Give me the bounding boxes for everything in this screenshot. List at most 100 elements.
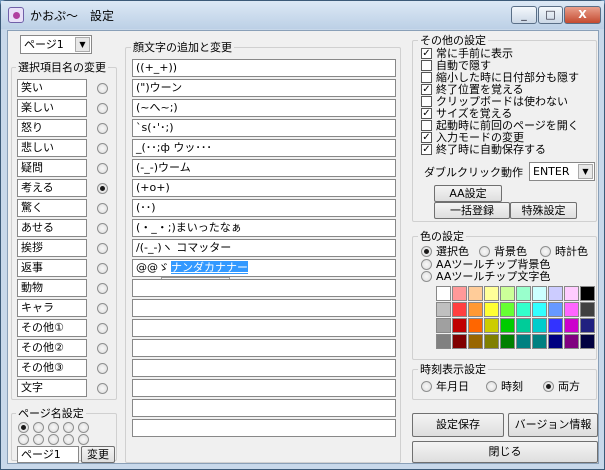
- color-target-radio[interactable]: [421, 271, 432, 282]
- item-radio[interactable]: [97, 323, 108, 334]
- item-name-field[interactable]: 笑い: [17, 79, 87, 97]
- close-button[interactable]: 閉じる: [412, 441, 598, 463]
- item-radio[interactable]: [97, 263, 108, 274]
- color-swatch[interactable]: [516, 286, 531, 301]
- color-swatch[interactable]: [452, 318, 467, 333]
- color-swatch[interactable]: [484, 302, 499, 317]
- time-option-radio[interactable]: [543, 381, 554, 392]
- item-name-field[interactable]: 疑問: [17, 159, 87, 177]
- color-target-radio[interactable]: [421, 259, 432, 270]
- emoticon-field[interactable]: (~へ~;): [132, 99, 396, 117]
- item-radio[interactable]: [97, 383, 108, 394]
- color-swatch[interactable]: [500, 318, 515, 333]
- emoticon-field[interactable]: (-_-)ウーム: [132, 159, 396, 177]
- item-radio[interactable]: [97, 203, 108, 214]
- item-radio[interactable]: [97, 223, 108, 234]
- color-swatch[interactable]: [580, 302, 595, 317]
- dropdown-arrow-icon[interactable]: ▼: [578, 164, 593, 179]
- page-select[interactable]: ページ1 ▼: [20, 35, 92, 54]
- option-checkbox[interactable]: ✓: [421, 84, 432, 95]
- item-name-field[interactable]: その他①: [17, 319, 87, 337]
- bulk-register-button[interactable]: 一括登録: [434, 202, 510, 219]
- item-radio[interactable]: [97, 363, 108, 374]
- color-swatch[interactable]: [564, 286, 579, 301]
- color-swatch[interactable]: [564, 302, 579, 317]
- emoticon-field[interactable]: [132, 299, 396, 317]
- option-checkbox[interactable]: [421, 60, 432, 71]
- option-checkbox[interactable]: [421, 120, 432, 131]
- dblclick-select[interactable]: ENTER ▼: [529, 162, 595, 181]
- color-target-radio[interactable]: [540, 246, 551, 257]
- page-radio[interactable]: [63, 422, 74, 433]
- emoticon-field[interactable]: [132, 339, 396, 357]
- dropdown-arrow-icon[interactable]: ▼: [75, 37, 90, 52]
- color-swatch[interactable]: [484, 286, 499, 301]
- option-checkbox[interactable]: ✓: [421, 108, 432, 119]
- version-info-button[interactable]: バージョン情報: [508, 413, 598, 437]
- emoticon-field[interactable]: (・_・;)まいったなぁ: [132, 219, 396, 237]
- color-target-radio[interactable]: [421, 246, 432, 257]
- color-swatch[interactable]: [484, 318, 499, 333]
- page-radio[interactable]: [48, 422, 59, 433]
- emoticon-field[interactable]: (･･): [132, 199, 396, 217]
- item-name-field[interactable]: キャラ: [17, 299, 87, 317]
- page-radio[interactable]: [18, 434, 29, 445]
- page-radio[interactable]: [33, 434, 44, 445]
- color-swatch[interactable]: [548, 302, 563, 317]
- time-option-radio[interactable]: [421, 381, 432, 392]
- item-radio[interactable]: [97, 83, 108, 94]
- item-name-field[interactable]: その他②: [17, 339, 87, 357]
- color-swatch[interactable]: [436, 334, 451, 349]
- color-swatch[interactable]: [580, 334, 595, 349]
- item-name-field[interactable]: 考える: [17, 179, 87, 197]
- color-swatch[interactable]: [452, 302, 467, 317]
- page-name-change-button[interactable]: 変更: [81, 446, 115, 463]
- emoticon-field[interactable]: [132, 319, 396, 337]
- emoticon-field[interactable]: `s(･'･;): [132, 119, 396, 137]
- color-swatch[interactable]: [516, 334, 531, 349]
- item-name-field[interactable]: その他③: [17, 359, 87, 377]
- color-swatch[interactable]: [532, 302, 547, 317]
- item-name-field[interactable]: あせる: [17, 219, 87, 237]
- page-name-input[interactable]: ページ1: [17, 446, 79, 463]
- item-name-field[interactable]: 驚く: [17, 199, 87, 217]
- item-radio[interactable]: [97, 123, 108, 134]
- option-checkbox[interactable]: [421, 72, 432, 83]
- item-name-field[interactable]: 返事: [17, 259, 87, 277]
- time-option-radio[interactable]: [486, 381, 497, 392]
- close-window-button[interactable]: X: [564, 6, 601, 24]
- page-radio[interactable]: [78, 422, 89, 433]
- aa-settings-button[interactable]: AA設定: [434, 185, 502, 202]
- page-radio[interactable]: [63, 434, 74, 445]
- page-radio[interactable]: [78, 434, 89, 445]
- color-swatch[interactable]: [548, 334, 563, 349]
- item-radio[interactable]: [97, 103, 108, 114]
- item-radio[interactable]: [97, 343, 108, 354]
- color-swatch[interactable]: [548, 286, 563, 301]
- item-radio[interactable]: [97, 143, 108, 154]
- color-swatch[interactable]: [580, 286, 595, 301]
- color-swatch[interactable]: [516, 318, 531, 333]
- color-target-radio[interactable]: [479, 246, 490, 257]
- color-swatch[interactable]: [468, 302, 483, 317]
- color-swatch[interactable]: [500, 302, 515, 317]
- item-name-field[interactable]: 楽しい: [17, 99, 87, 117]
- color-swatch[interactable]: [532, 318, 547, 333]
- item-radio[interactable]: [97, 283, 108, 294]
- color-swatch[interactable]: [468, 334, 483, 349]
- color-swatch[interactable]: [484, 334, 499, 349]
- color-swatch[interactable]: [436, 286, 451, 301]
- item-name-field[interactable]: 動物: [17, 279, 87, 297]
- special-settings-button[interactable]: 特殊設定: [510, 202, 577, 219]
- color-swatch[interactable]: [548, 318, 563, 333]
- emoticon-field[interactable]: @@ゞ ナンダカナナー: [132, 259, 396, 277]
- color-swatch[interactable]: [436, 302, 451, 317]
- color-swatch[interactable]: [452, 286, 467, 301]
- item-name-field[interactable]: 文字: [17, 379, 87, 397]
- emoticon-field[interactable]: /(-_-)ヽ コマッター: [132, 239, 396, 257]
- title-bar[interactable]: かおぷ〜 設定 _ □ X: [1, 1, 604, 29]
- emoticon-field[interactable]: [132, 379, 396, 397]
- emoticon-field[interactable]: (")ウーン: [132, 79, 396, 97]
- color-swatch[interactable]: [580, 318, 595, 333]
- page-radio[interactable]: [18, 422, 29, 433]
